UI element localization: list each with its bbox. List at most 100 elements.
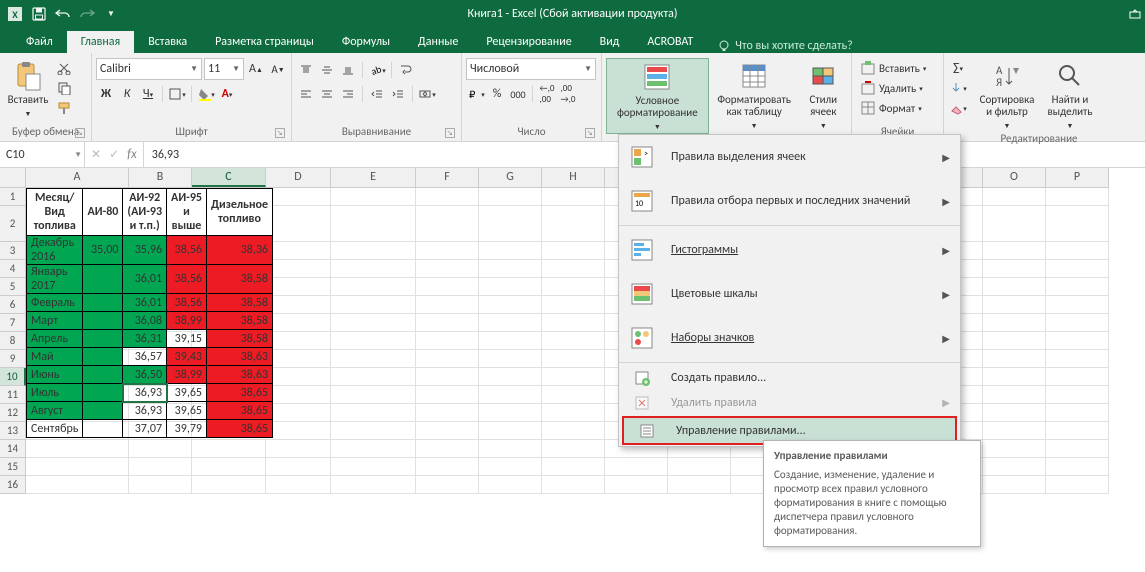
- percent-button[interactable]: %: [487, 84, 507, 104]
- col-header-C[interactable]: C: [192, 168, 266, 187]
- table-row-month[interactable]: Февраль: [27, 294, 83, 312]
- align-bottom-button[interactable]: [338, 60, 358, 80]
- table-cell[interactable]: [83, 312, 123, 330]
- table-cell[interactable]: 38,63: [206, 366, 272, 384]
- conditional-formatting-button[interactable]: Условное форматирование▼: [606, 58, 709, 134]
- row-header-14[interactable]: 14: [0, 440, 26, 458]
- ribbon-options-icon[interactable]: [1125, 0, 1145, 28]
- tab-data[interactable]: Данные: [404, 31, 472, 53]
- comma-style-button[interactable]: 000: [508, 84, 528, 104]
- menu-top-bottom-rules[interactable]: 10 Правила отбора первых и последних зна…: [619, 179, 960, 223]
- tab-insert[interactable]: Вставка: [134, 31, 201, 53]
- align-middle-button[interactable]: [317, 60, 337, 80]
- table-cell[interactable]: 36,93: [123, 402, 167, 420]
- wrap-text-button[interactable]: [396, 60, 416, 80]
- merge-center-button[interactable]: ▾: [417, 84, 437, 104]
- table-row-month[interactable]: Сентябрь: [27, 420, 83, 438]
- alignment-launcher[interactable]: ↘: [445, 128, 455, 138]
- col-header-E[interactable]: E: [331, 168, 416, 187]
- table-cell[interactable]: 38,58: [206, 265, 272, 294]
- row-header-9[interactable]: 9: [0, 350, 26, 368]
- tab-view[interactable]: Вид: [586, 31, 634, 53]
- row-header-2[interactable]: 2: [0, 206, 26, 242]
- table-cell[interactable]: 38,56: [167, 265, 207, 294]
- find-select-button[interactable]: Найти и выделить▼: [1040, 58, 1100, 132]
- col-header-F[interactable]: F: [416, 168, 479, 187]
- table-cell[interactable]: 39,43: [167, 348, 207, 366]
- table-cell[interactable]: 38,63: [206, 348, 272, 366]
- autosum-button[interactable]: ∑▾: [948, 58, 968, 78]
- menu-color-scales[interactable]: Цветовые шкалы ▶: [619, 272, 960, 316]
- accounting-format-button[interactable]: ₽▾: [466, 84, 486, 104]
- col-header-O[interactable]: O: [983, 168, 1046, 187]
- clipboard-launcher[interactable]: ↘: [75, 128, 85, 138]
- row-header-15[interactable]: 15: [0, 458, 26, 476]
- table-row-month[interactable]: Май: [27, 348, 83, 366]
- fill-color-button[interactable]: ▾: [196, 84, 216, 104]
- table-cell[interactable]: 37,07: [123, 420, 167, 438]
- table-cell[interactable]: 35,96: [123, 236, 167, 265]
- decrease-decimal-button[interactable]: ,00→,0: [558, 84, 578, 104]
- table-cell[interactable]: [83, 265, 123, 294]
- table-cell[interactable]: 38,56: [167, 294, 207, 312]
- table-cell[interactable]: 36,01: [123, 294, 167, 312]
- table-row-month[interactable]: Июль: [27, 384, 83, 402]
- table-cell[interactable]: 38,99: [167, 312, 207, 330]
- tell-me-search[interactable]: Что вы хотите сделать?: [717, 39, 852, 53]
- row-header-4[interactable]: 4: [0, 260, 26, 278]
- tab-review[interactable]: Рецензирование: [472, 31, 585, 53]
- increase-indent-button[interactable]: [388, 84, 408, 104]
- row-header-11[interactable]: 11: [0, 386, 26, 404]
- name-box[interactable]: C10▼: [0, 142, 85, 167]
- col-header-G[interactable]: G: [479, 168, 542, 187]
- table-cell[interactable]: 39,65: [167, 402, 207, 420]
- table-cell[interactable]: 39,65: [167, 384, 207, 402]
- delete-cells-button[interactable]: Удалить ▾: [856, 78, 930, 98]
- row-header-16[interactable]: 16: [0, 476, 26, 494]
- tab-home[interactable]: Главная: [67, 31, 134, 53]
- table-cell[interactable]: 38,58: [206, 294, 272, 312]
- menu-highlight-cell-rules[interactable]: > Правила выделения ячеек ▶: [619, 135, 960, 179]
- table-row-month[interactable]: Июнь: [27, 366, 83, 384]
- table-cell[interactable]: 38,65: [206, 420, 272, 438]
- undo-button[interactable]: [52, 2, 74, 26]
- align-center-button[interactable]: [317, 84, 337, 104]
- row-header-3[interactable]: 3: [0, 242, 26, 260]
- decrease-indent-button[interactable]: [367, 84, 387, 104]
- menu-new-rule[interactable]: Создать правило...: [619, 365, 960, 390]
- increase-decimal-button[interactable]: ←,0,00: [537, 84, 557, 104]
- table-cell[interactable]: [83, 384, 123, 402]
- table-cell[interactable]: [83, 348, 123, 366]
- table-cell[interactable]: 39,15: [167, 330, 207, 348]
- menu-icon-sets[interactable]: Наборы значков ▶: [619, 316, 960, 360]
- align-top-button[interactable]: [296, 60, 316, 80]
- sort-filter-button[interactable]: AЯ Сортировка и фильтр▼: [974, 58, 1040, 132]
- table-row-month[interactable]: Январь 2017: [27, 265, 83, 294]
- table-cell[interactable]: 38,58: [206, 330, 272, 348]
- table-cell[interactable]: 36,31: [123, 330, 167, 348]
- col-header-A[interactable]: A: [26, 168, 129, 187]
- font-size-combo[interactable]: 11▼: [204, 58, 244, 80]
- col-header-B[interactable]: B: [129, 168, 192, 187]
- row-header-6[interactable]: 6: [0, 296, 26, 314]
- font-name-combo[interactable]: Calibri▼: [96, 58, 202, 80]
- table-cell[interactable]: 36,50: [123, 366, 167, 384]
- qat-customize[interactable]: ▼: [100, 2, 122, 26]
- table-cell[interactable]: 36,08: [123, 312, 167, 330]
- table-cell[interactable]: 38,36: [206, 236, 272, 265]
- table-cell[interactable]: 38,65: [206, 402, 272, 420]
- table-cell[interactable]: [83, 402, 123, 420]
- orientation-button[interactable]: ab▾: [367, 60, 387, 80]
- align-left-button[interactable]: [296, 84, 316, 104]
- border-button[interactable]: ▾: [167, 84, 187, 104]
- tab-acrobat[interactable]: ACROBAT: [633, 31, 707, 53]
- table-cell[interactable]: 38,56: [167, 236, 207, 265]
- number-launcher[interactable]: ↘: [585, 128, 595, 138]
- menu-data-bars[interactable]: Гистограммы ▶: [619, 228, 960, 272]
- row-header-10[interactable]: 10: [0, 368, 26, 386]
- table-row-month[interactable]: Август: [27, 402, 83, 420]
- format-as-table-button[interactable]: Форматировать как таблицу▼: [709, 58, 800, 132]
- table-cell[interactable]: [83, 330, 123, 348]
- table-cell[interactable]: [83, 420, 123, 438]
- font-color-button[interactable]: A▾: [217, 84, 237, 104]
